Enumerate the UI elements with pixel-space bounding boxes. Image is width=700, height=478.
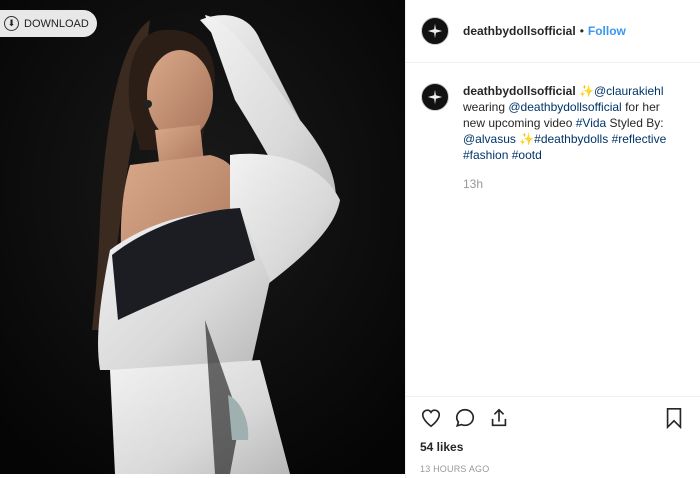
avatar[interactable] <box>421 17 449 45</box>
caption-tag-link[interactable]: #fashion <box>463 148 508 162</box>
download-button[interactable]: ⬇ DOWNLOAD <box>0 10 97 37</box>
caption: deathbydollsofficial ✨@claurakiehl weari… <box>406 63 700 192</box>
caption-tag-link[interactable]: @alvasus <box>463 132 516 146</box>
follow-button[interactable]: Follow <box>588 24 626 38</box>
caption-tag-link[interactable]: #reflective <box>612 132 667 146</box>
brand-logo-icon <box>427 23 443 39</box>
caption-segment: ✨ <box>575 84 594 98</box>
separator-dot: • <box>579 24 584 38</box>
download-label: DOWNLOAD <box>24 17 89 30</box>
caption-text: deathbydollsofficial ✨@claurakiehl weari… <box>463 83 678 192</box>
caption-segment: ✨ <box>515 132 535 146</box>
photo-illustration <box>0 0 405 474</box>
caption-username[interactable]: deathbydollsofficial <box>463 84 576 98</box>
likes-count[interactable]: 54 likes <box>420 440 690 454</box>
share-icon[interactable] <box>488 407 510 429</box>
brand-logo-icon <box>427 89 443 105</box>
relative-time: 13h <box>463 177 484 191</box>
caption-segment: Styled By: <box>606 116 664 130</box>
comment-icon[interactable] <box>454 407 476 429</box>
post-header: deathbydollsofficial • Follow <box>406 0 700 63</box>
bookmark-icon[interactable] <box>664 407 684 429</box>
header-username[interactable]: deathbydollsofficial <box>463 24 576 38</box>
caption-tag-link[interactable]: #deathbydolls <box>534 132 608 146</box>
post-image[interactable]: ⬇ DOWNLOAD <box>0 0 405 474</box>
caption-avatar[interactable] <box>421 83 449 111</box>
caption-tag-link[interactable]: @deathbydollsofficial <box>508 100 621 114</box>
caption-tag-link[interactable]: @claurakiehl <box>594 84 664 98</box>
action-bar: 54 likes 13 HOURS AGO <box>406 396 700 474</box>
post-sidebar: deathbydollsofficial • Follow deathbydol… <box>405 0 700 478</box>
heart-icon[interactable] <box>420 407 442 429</box>
caption-segment: wearing <box>463 100 509 114</box>
caption-tag-link[interactable]: #ootd <box>512 148 542 162</box>
download-icon: ⬇ <box>4 16 19 31</box>
post-timestamp: 13 HOURS AGO <box>420 464 490 474</box>
caption-tag-link[interactable]: #Vida <box>576 116 606 130</box>
